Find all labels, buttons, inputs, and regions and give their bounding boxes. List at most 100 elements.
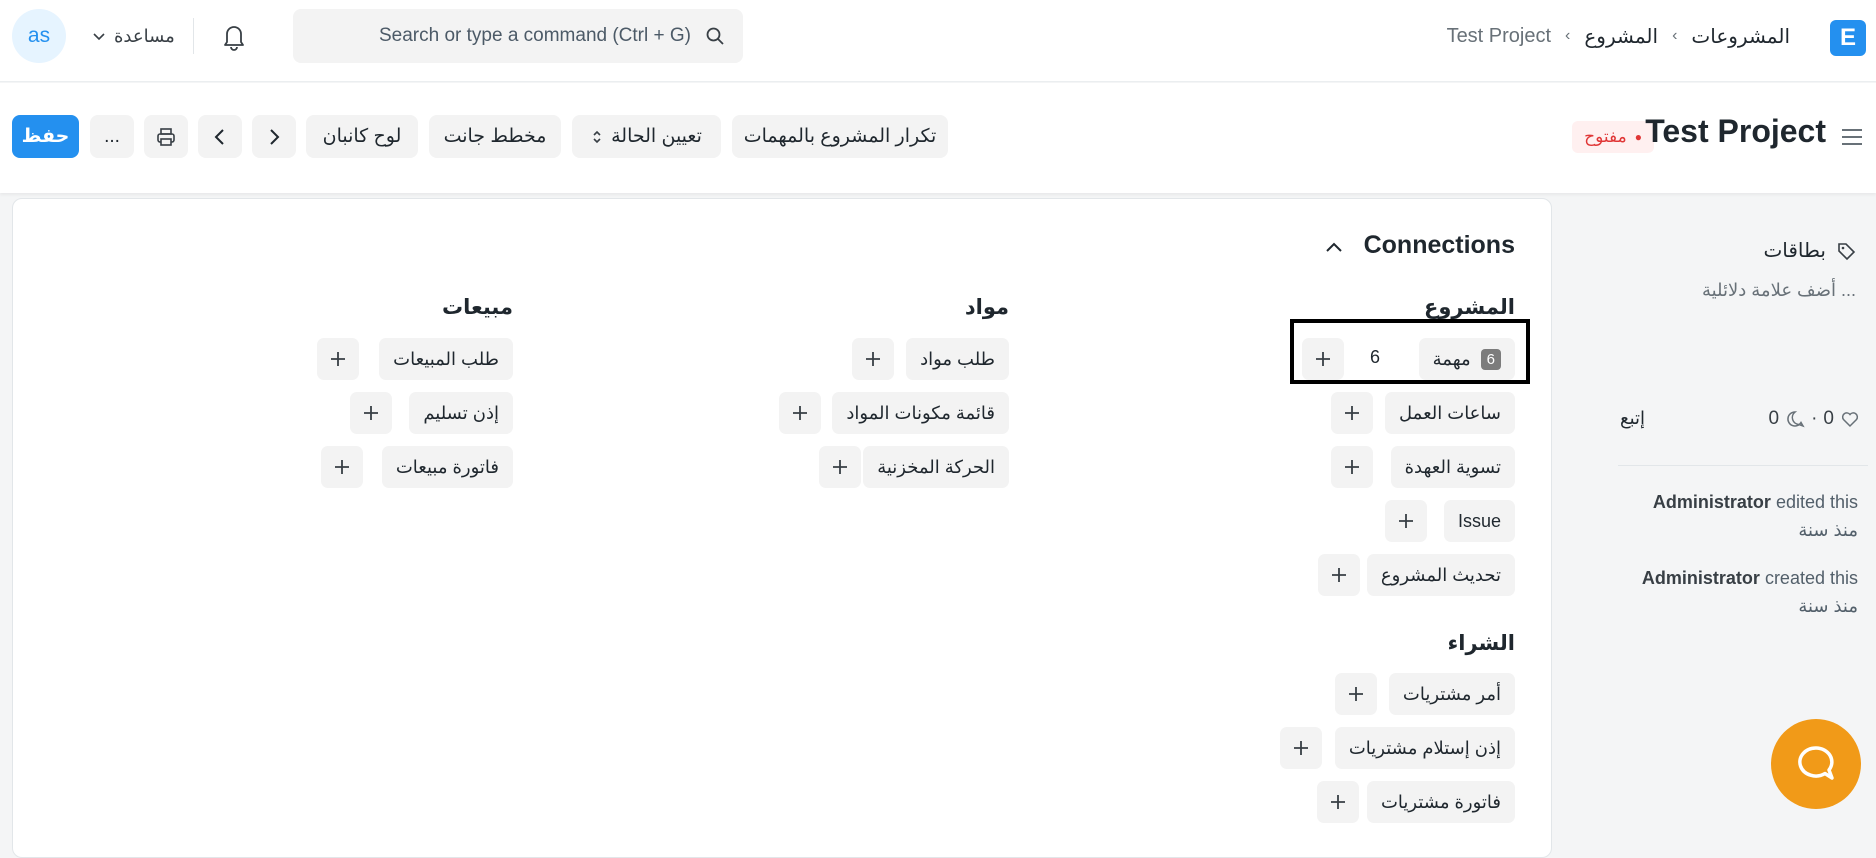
chevron-down-icon — [93, 33, 105, 41]
breadcrumb-project[interactable]: المشروع — [1584, 24, 1658, 49]
search-input[interactable]: Search or type a command (Ctrl + G) — [293, 9, 743, 63]
add-purchase-order-button[interactable] — [1335, 673, 1377, 715]
plus-icon — [1399, 514, 1413, 528]
chevron-right-icon — [270, 128, 280, 145]
add-issue-button[interactable] — [1385, 500, 1427, 542]
tags-label: بطاقات — [1763, 240, 1826, 262]
activity-user[interactable]: Administrator — [1653, 492, 1771, 512]
comment-count: 0 — [1768, 408, 1780, 429]
activity-time: منذ سنة — [1798, 520, 1858, 540]
status-dot-icon: ● — [1634, 130, 1642, 144]
add-tag-link[interactable]: أضف علامة دلائلية ... — [1702, 280, 1856, 301]
set-status-label: تعيين الحالة — [611, 126, 702, 147]
plus-icon — [833, 460, 847, 474]
bell-icon — [224, 26, 244, 51]
save-button[interactable]: حفظ — [12, 115, 79, 158]
add-project-update-button[interactable] — [1318, 554, 1360, 596]
doc-link-timesheet[interactable]: ساعات العمل — [1385, 392, 1515, 434]
breadcrumb-projects[interactable]: المشروعات — [1691, 24, 1790, 49]
chat-bubble-icon — [1798, 746, 1834, 780]
sort-arrows-icon — [593, 130, 601, 143]
doc-link-purchase-receipt[interactable]: إذن إستلام مشتريات — [1334, 727, 1515, 769]
doc-link-purchase-order[interactable]: أمر مشتريات — [1388, 673, 1515, 715]
breadcrumb-current: Test Project — [1446, 24, 1552, 47]
heart-icon[interactable] — [1840, 409, 1860, 429]
like-count: 0 — [1823, 408, 1834, 429]
add-purchase-receipt-button[interactable] — [1280, 727, 1322, 769]
sidebar-toggle-button[interactable] — [1838, 123, 1866, 151]
tags-section: بطاقات — [1763, 238, 1856, 263]
add-timesheet-button[interactable] — [1331, 392, 1373, 434]
help-label: مساعدة — [114, 25, 175, 46]
add-material-request-button[interactable] — [852, 338, 894, 380]
printer-icon — [157, 127, 175, 146]
breadcrumb: المشروعات ‹ المشروع ‹ Test Project — [1447, 20, 1790, 52]
plus-icon — [1345, 406, 1359, 420]
set-status-button[interactable]: تعيين الحالة — [572, 115, 721, 158]
kanban-board-button[interactable]: لوح كانبان — [306, 115, 418, 158]
activity-time: منذ سنة — [1798, 596, 1858, 616]
page-title: Test Project — [1645, 113, 1826, 149]
plus-icon — [866, 352, 880, 366]
follow-button[interactable]: إتبع — [1620, 408, 1645, 429]
search-icon — [706, 27, 724, 45]
chevron-up-icon[interactable] — [1323, 237, 1345, 259]
plus-icon — [1331, 795, 1345, 809]
group-heading-purchase: الشراء — [1447, 632, 1515, 655]
group-heading-materials: مواد — [964, 296, 1009, 319]
doc-link-bom[interactable]: قائمة مكونات المواد — [832, 392, 1009, 434]
activity-action: edited this — [1775, 492, 1858, 512]
doc-link-material-request[interactable]: طلب مواد — [906, 338, 1009, 380]
next-record-button[interactable] — [252, 115, 296, 158]
doc-link-sales-order[interactable]: طلب المبيعات — [379, 338, 513, 380]
status-badge: مفتوح ● — [1572, 121, 1654, 153]
hamburger-menu-icon — [1842, 129, 1862, 145]
add-expense-claim-button[interactable] — [1331, 446, 1373, 488]
doc-link-project-update[interactable]: تحديث المشروع — [1366, 554, 1515, 596]
doc-link-issue[interactable]: Issue — [1443, 500, 1515, 542]
print-button[interactable] — [144, 115, 188, 158]
previous-record-button[interactable] — [198, 115, 242, 158]
divider — [193, 18, 194, 54]
gantt-chart-button[interactable]: مخطط جانت — [429, 115, 561, 158]
breadcrumb-separator-icon: ‹ — [1672, 27, 1678, 44]
user-avatar[interactable]: as — [12, 9, 66, 63]
activity-item: Administrator created this منذ سنة — [1642, 564, 1858, 620]
plus-icon — [335, 460, 349, 474]
sidebar-divider — [1618, 465, 1868, 466]
activity-item: Administrator edited this منذ سنة — [1653, 488, 1858, 544]
add-purchase-invoice-button[interactable] — [1317, 781, 1359, 823]
plus-icon — [1345, 460, 1359, 474]
tag-icon — [1838, 242, 1856, 260]
activity-user[interactable]: Administrator — [1642, 568, 1760, 588]
doc-link-expense-claim[interactable]: تسوية العهدة — [1390, 446, 1515, 488]
help-dropdown[interactable]: مساعدة — [92, 22, 175, 50]
duplicate-project-button[interactable]: تكرار المشروع بالمهمات — [732, 115, 948, 158]
plus-icon — [364, 406, 378, 420]
group-heading-sales: مبيعات — [442, 296, 513, 319]
plus-icon — [331, 352, 345, 366]
notifications-button[interactable] — [219, 20, 249, 52]
add-sales-order-button[interactable] — [317, 338, 359, 380]
doc-link-sales-invoice[interactable]: فاتورة مبيعات — [381, 446, 513, 488]
doc-link-delivery-note[interactable]: إذن تسليم — [409, 392, 513, 434]
doc-link-purchase-invoice[interactable]: فاتورة مشتريات — [1366, 781, 1515, 823]
chevron-left-icon — [214, 128, 224, 145]
navbar: as مساعدة Search or type a command (Ctrl… — [0, 0, 1876, 82]
breadcrumb-separator-icon: ‹ — [1565, 27, 1571, 44]
plus-icon — [793, 406, 807, 420]
chat-button[interactable] — [1771, 719, 1861, 809]
group-heading-project: المشروع — [1424, 296, 1515, 319]
add-stock-entry-button[interactable] — [819, 446, 861, 488]
app-logo[interactable]: E — [1830, 20, 1866, 56]
more-actions-button[interactable]: ... — [90, 115, 134, 158]
add-sales-invoice-button[interactable] — [321, 446, 363, 488]
add-bom-button[interactable] — [779, 392, 821, 434]
comment-icon[interactable] — [1785, 409, 1805, 429]
connections-card: Connections المشروع 6 مهمة 6 ساعات العمل… — [12, 198, 1552, 858]
doc-link-stock-entry[interactable]: الحركة المخزنية — [863, 446, 1009, 488]
highlight-box — [1290, 319, 1530, 384]
add-delivery-note-button[interactable] — [350, 392, 392, 434]
activity-action: created this — [1764, 568, 1858, 588]
dot-separator: · — [1811, 408, 1818, 429]
